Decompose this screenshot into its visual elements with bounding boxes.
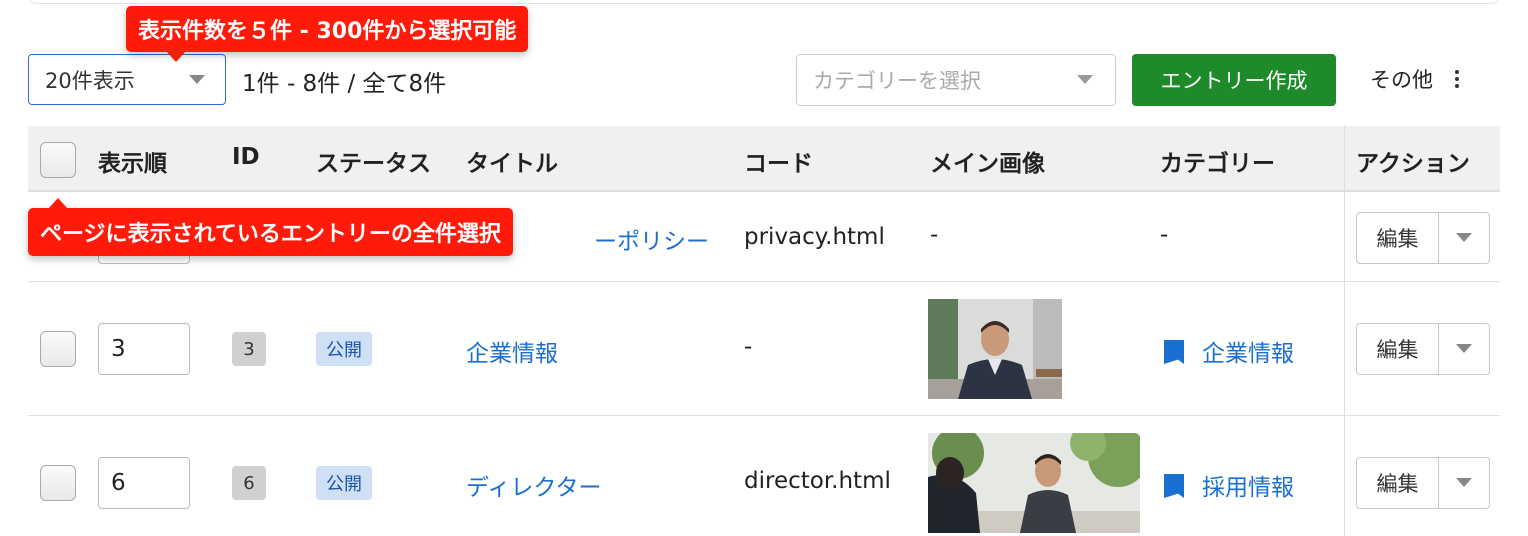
chevron-down-icon [1456,344,1472,353]
id-badge: 6 [232,466,266,500]
category-select-placeholder: カテゴリーを選択 [813,69,981,93]
create-entry-button[interactable]: エントリー作成 [1132,54,1336,106]
table-row: 6 6 公開 ディレクター director.html 採用情報 編集 [28,416,1500,536]
order-input[interactable]: 3 [98,323,190,375]
header-order[interactable]: 表示順 [98,144,167,178]
per-page-tooltip-text: 表示件数を５件 - 300件から選択可能 [138,19,517,44]
meeting-photo-image [928,433,1140,533]
entry-category-empty: - [1160,222,1169,248]
header-main-image: メイン画像 [930,151,1045,177]
entry-title-link[interactable]: 企業情報 [466,334,558,368]
select-all-checkbox[interactable] [40,142,76,178]
entry-title-link[interactable]: ディレクター [466,468,601,502]
category-label: 採用情報 [1202,475,1294,501]
per-page-tooltip: 表示件数を５件 - 300件から選択可能 [126,6,529,62]
main-image-thumbnail[interactable] [928,299,1062,399]
more-label: その他 [1370,68,1433,92]
edit-button[interactable]: 編集 [1357,458,1439,508]
chevron-down-icon [1456,233,1472,242]
table-header: 表示順 ID ステータス タイトル コード メイン画像 カテゴリー アクション [28,126,1500,192]
status-badge: 公開 [316,466,372,500]
entry-code: director.html [744,468,891,494]
header-id[interactable]: ID [232,144,260,170]
edit-button-group: 編集 [1356,212,1490,264]
header-title[interactable]: タイトル [466,144,558,178]
per-page-value: 20件表示 [45,68,135,93]
header-category[interactable]: カテゴリー [1160,144,1275,178]
select-all-tooltip-text: ページに表示されているエントリーの全件選択 [40,222,501,247]
category-select[interactable]: カテゴリーを選択 [796,54,1116,106]
category-label: 企業情報 [1202,341,1294,367]
header-status[interactable]: ステータス [316,144,431,178]
id-badge: 3 [232,332,266,366]
chevron-down-icon [1456,478,1472,487]
more-menu-button[interactable]: その他 [1370,64,1459,94]
chevron-down-icon [1077,75,1093,84]
edit-button-group: 編集 [1356,323,1490,375]
entry-category-link[interactable]: 企業情報 [1164,334,1294,368]
header-action: アクション [1356,151,1470,177]
entry-category-link[interactable]: 採用情報 [1164,468,1294,502]
edit-dropdown-toggle[interactable] [1439,213,1489,263]
entry-code: privacy.html [744,224,885,250]
kebab-menu-icon [1455,70,1459,88]
row-checkbox[interactable] [40,465,76,501]
per-page-select[interactable]: 20件表示 [28,54,226,105]
table-row: 3 3 公開 企業情報 - 企業情報 編集 [28,282,1500,416]
bookmark-icon [1164,340,1184,364]
order-input[interactable]: 6 [98,457,190,509]
row-checkbox[interactable] [40,331,76,367]
edit-button-group: 編集 [1356,457,1490,509]
status-badge: 公開 [316,332,372,366]
select-all-tooltip: ページに表示されているエントリーの全件選択 [28,198,513,256]
edit-dropdown-toggle[interactable] [1439,324,1489,374]
edit-dropdown-toggle[interactable] [1439,458,1489,508]
result-count: 1件 - 8件 / 全て8件 [242,71,447,97]
entry-code: - [744,334,753,360]
bookmark-icon [1164,474,1184,498]
chevron-down-icon [189,75,205,84]
main-image-thumbnail[interactable] [928,433,1140,533]
header-code[interactable]: コード [744,144,813,178]
edit-button[interactable]: 編集 [1357,213,1439,263]
person-photo-image [928,299,1062,399]
entry-image-empty: - [930,222,939,248]
entry-title-link[interactable]: ーポリシー [594,222,709,256]
edit-button[interactable]: 編集 [1357,324,1439,374]
